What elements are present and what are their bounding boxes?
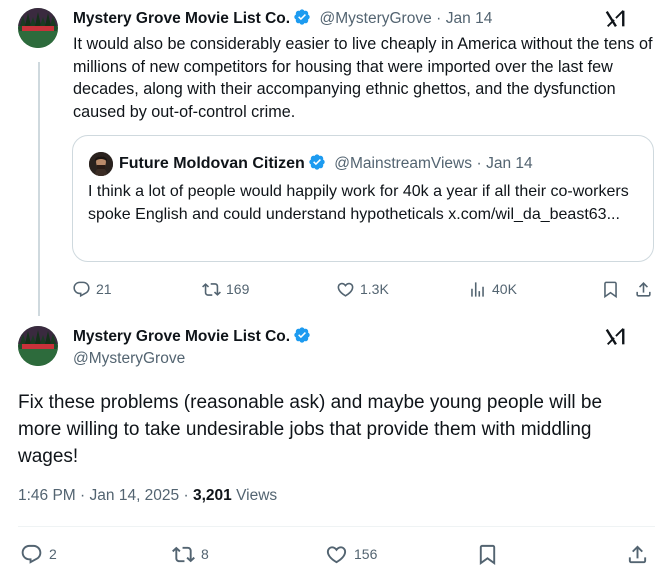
- bookmark-button[interactable]: [476, 540, 499, 568]
- views-label: Views: [236, 487, 278, 504]
- share-icon: [636, 281, 651, 297]
- like-icon: [337, 282, 354, 297]
- verified-badge-icon: [309, 154, 325, 170]
- quoted-author-handle: @MainstreamViews: [334, 155, 473, 172]
- tweet-header: Mystery Grove Movie List Co.: [73, 326, 311, 346]
- repost-count: 8: [201, 546, 209, 562]
- views-count: 3,201: [192, 487, 232, 504]
- quoted-tweet-card[interactable]: Future Moldovan Citizen @MainstreamViews…: [72, 135, 654, 262]
- repost-count: 169: [226, 281, 250, 297]
- tweet-meta: 1:46 PM · Jan 14, 2025 · 3,201 Views: [18, 487, 277, 505]
- share-button[interactable]: [634, 277, 653, 301]
- separator-dot: ·: [80, 487, 86, 504]
- repost-icon: [202, 282, 221, 296]
- tweet-time[interactable]: 1:46 PM: [18, 487, 76, 504]
- author-name[interactable]: Mystery Grove Movie List Co.: [73, 10, 290, 27]
- reply-button[interactable]: 21: [72, 277, 112, 301]
- like-count: 1.3K: [360, 281, 389, 297]
- tweet-action-bar: 21 169 1.3K 40K: [72, 277, 656, 301]
- repost-icon: [172, 546, 195, 562]
- tweet-header: Mystery Grove Movie List Co. @MysteryGro…: [73, 8, 492, 28]
- views-button[interactable]: 40K: [468, 277, 517, 301]
- quoted-tweet-text: I think a lot of people would happily wo…: [88, 181, 643, 226]
- grok-icon[interactable]: [604, 8, 626, 30]
- bookmark-icon: [604, 281, 617, 298]
- share-icon: [628, 544, 647, 563]
- verified-badge-icon: [294, 327, 310, 343]
- tweet-action-bar: 2 8 156: [18, 540, 653, 568]
- views-count: 40K: [492, 281, 517, 297]
- reply-icon: [21, 544, 42, 564]
- views-icon: [471, 281, 484, 297]
- verified-badge-icon: [294, 9, 310, 25]
- like-count: 156: [354, 546, 378, 562]
- like-button[interactable]: 156: [325, 540, 377, 568]
- quoted-author-name: Future Moldovan Citizen: [119, 155, 305, 172]
- tweet-date[interactable]: Jan 14: [446, 10, 493, 27]
- bookmark-icon: [479, 544, 496, 565]
- quoted-tweet-link[interactable]: x.com/wil_da_beast63...: [448, 206, 620, 223]
- separator-dot: ·: [183, 487, 189, 504]
- author-avatar[interactable]: [18, 326, 58, 366]
- tweet-text: Fix these problems (reasonable ask) and …: [18, 392, 603, 467]
- share-button[interactable]: [626, 540, 649, 568]
- separator-dot: ·: [436, 10, 442, 27]
- grok-icon[interactable]: [604, 326, 626, 348]
- tweet-text: It would also be considerably easier to …: [73, 35, 653, 121]
- author-avatar[interactable]: [18, 8, 58, 48]
- author-name[interactable]: Mystery Grove Movie List Co.: [73, 328, 290, 345]
- bookmark-button[interactable]: [601, 277, 620, 301]
- author-handle[interactable]: @MysteryGrove: [320, 10, 432, 27]
- reply-count: 2: [49, 546, 57, 562]
- quoted-author-avatar: [89, 152, 113, 176]
- reply-icon: [73, 281, 90, 297]
- author-handle[interactable]: @MysteryGrove: [73, 350, 185, 368]
- reply-count: 21: [96, 281, 112, 297]
- thread-connector-line: [38, 62, 40, 316]
- divider: [18, 526, 655, 527]
- quoted-tweet-header: Future Moldovan Citizen @MainstreamViews…: [119, 153, 533, 173]
- repost-button[interactable]: 8: [172, 540, 209, 568]
- like-icon: [326, 545, 347, 563]
- reply-button[interactable]: 2: [20, 540, 57, 568]
- repost-button[interactable]: 169: [202, 277, 249, 301]
- tweet-date[interactable]: Jan 14, 2025: [90, 487, 180, 504]
- separator-dot: ·: [476, 155, 482, 172]
- like-button[interactable]: 1.3K: [336, 277, 389, 301]
- quoted-tweet-date: Jan 14: [486, 155, 533, 172]
